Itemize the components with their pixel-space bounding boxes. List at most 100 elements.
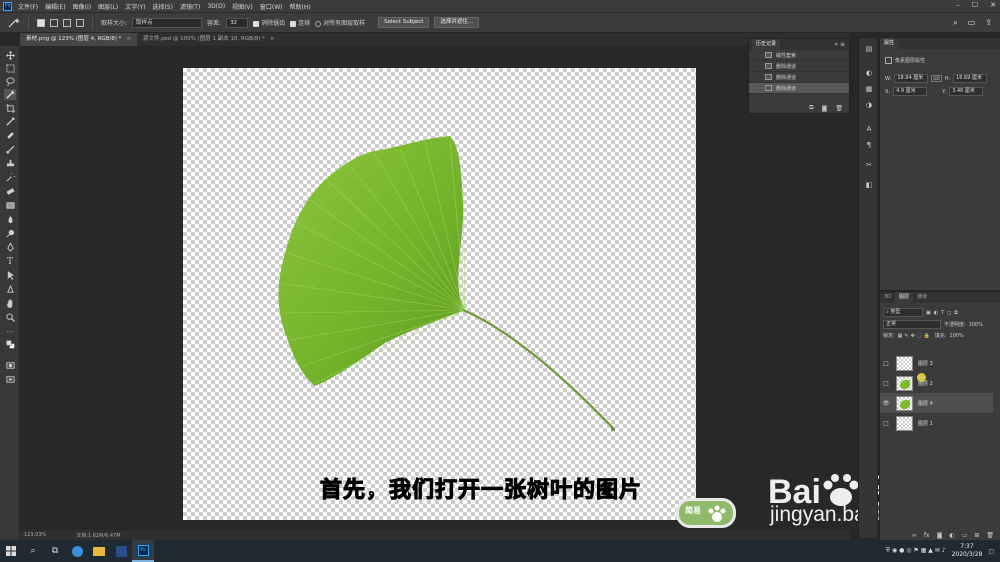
zoom-level[interactable]: 123.03% [24,532,46,538]
menu-image[interactable]: 图像(I) [73,2,91,11]
magic-wand-icon[interactable] [8,17,20,28]
history-panel-icon[interactable]: ▤ [863,44,875,54]
trash-icon[interactable]: 🗑 [986,532,994,539]
workspace-icon[interactable]: ▭ [968,18,976,28]
eyedropper-tool-icon[interactable] [4,116,16,127]
shape-tool-icon[interactable] [4,284,16,295]
history-item[interactable]: 删除通道 [749,72,849,83]
tolerance-input[interactable]: 32 [226,17,249,28]
menu-type[interactable]: 文字(Y) [125,2,145,11]
layer-row[interactable]: □ 图层 2 [880,373,993,393]
link-dimensions-button[interactable]: GO [931,75,942,82]
close-icon[interactable]: ✕ [990,1,996,9]
properties-title[interactable]: 属性 [880,38,899,49]
eye-icon[interactable]: 👁 [880,400,892,407]
notifications-icon[interactable]: ▢ [988,548,994,555]
clock[interactable]: 7:37 2020/3/28 [952,543,983,559]
task-view-icon[interactable]: ⧉ [44,540,66,562]
tab-document-2[interactable]: 源文件.psd @ 100% (图层 1 副本 10, RGB/8) * × [137,33,280,46]
menu-edit[interactable]: 编辑(E) [45,2,65,11]
x-input[interactable]: 4.9 厘米 [893,87,928,96]
healing-brush-tool-icon[interactable] [4,130,16,141]
add-selection-icon[interactable] [50,18,58,27]
visibility-toggle-off[interactable]: □ [880,380,892,387]
visibility-toggle-off[interactable]: □ [880,360,892,367]
quick-mask-icon[interactable] [4,360,16,371]
document-size[interactable]: 文档:1.62M/6.47M [76,532,120,539]
adjustment-layer-icon[interactable]: ◐ [949,532,954,539]
tools-preset-icon[interactable]: ✂ [863,160,875,170]
screen-mode-icon[interactable] [4,374,16,385]
layer-row[interactable]: □ 图层 3 [880,353,993,373]
link-layers-icon[interactable]: ∞ [912,532,917,539]
sample-size-select[interactable]: 取样点 [132,17,203,28]
history-item-selected[interactable]: 删除通道 [749,83,849,94]
history-title[interactable]: 历史记录 [752,39,781,50]
subtract-selection-icon[interactable] [63,18,71,27]
tab-channels[interactable]: 通道 [913,292,931,303]
history-item[interactable]: 磁性套索 [749,50,849,61]
height-input[interactable]: 16.69 厘米 [953,74,988,83]
layer-filter-select[interactable]: ⌕ 类型 [883,308,923,317]
new-layer-icon[interactable]: ⊞ [974,532,979,539]
color-swatches-icon[interactable] [4,339,16,350]
new-group-icon[interactable]: ▭ [962,532,968,539]
minimize-icon[interactable]: – [956,1,960,9]
select-and-mask-button[interactable]: 选择并遮住... [434,17,480,28]
tab-3d[interactable]: 3D [880,292,895,303]
menu-view[interactable]: 视图(V) [232,2,253,11]
type-tool-icon[interactable]: T [4,256,16,267]
adjustments-panel-icon[interactable]: ◑ [863,100,875,110]
y-input[interactable]: 3.46 厘米 [949,87,984,96]
fill-input[interactable]: 100% [949,333,963,339]
crop-tool-icon[interactable] [4,103,16,114]
menu-3d[interactable]: 3D(D) [207,3,225,10]
move-tool-icon[interactable] [4,50,16,61]
photoshop-taskbar-icon[interactable]: Ps [132,540,154,562]
search-icon[interactable]: ⌕ [953,18,957,28]
antialias-checkbox[interactable]: 消除锯齿 [253,18,285,27]
menu-help[interactable]: 帮助(H) [290,2,311,11]
new-selection-icon[interactable] [37,18,45,27]
more-tools-icon[interactable]: ··· [4,326,16,337]
magic-wand-tool-icon[interactable] [4,89,16,100]
layer-style-icon[interactable]: fx [924,532,930,539]
layer-row-selected[interactable]: 👁 图层 4 [880,393,993,413]
pen-tool-icon[interactable] [4,242,16,253]
layer-row[interactable]: □ 图层 1 [880,413,993,433]
panel-menu-icon[interactable]: » ≡ [834,41,849,48]
gradient-tool-icon[interactable] [4,200,16,211]
close-tab-icon[interactable]: × [270,36,275,42]
app-icon[interactable] [110,540,132,562]
dodge-tool-icon[interactable] [4,228,16,239]
menu-layer[interactable]: 图层(L) [98,2,118,11]
opacity-input[interactable]: 100% [969,322,983,328]
zoom-tool-icon[interactable] [4,312,16,323]
history-brush-tool-icon[interactable] [4,172,16,183]
menu-filter[interactable]: 滤镜(T) [180,2,200,11]
new-document-from-state-icon[interactable]: ⧉ [809,104,813,112]
lasso-tool-icon[interactable] [4,76,16,87]
clone-stamp-tool-icon[interactable] [4,158,16,169]
snapshot-camera-icon[interactable]: ◙ [822,105,828,112]
character-panel-icon[interactable]: A [863,124,875,134]
edge-browser-icon[interactable] [66,540,88,562]
paragraph-panel-icon[interactable]: ¶ [863,140,875,150]
add-mask-icon[interactable]: ◙ [937,532,943,539]
lock-icons[interactable]: ▦✎✥⬚🔒 [898,333,932,339]
menu-window[interactable]: 窗口(W) [260,2,283,11]
libraries-panel-icon[interactable]: ◧ [863,180,875,190]
blur-tool-icon[interactable] [4,214,16,225]
history-item[interactable]: 删除通道 [749,61,849,72]
swatches-panel-icon[interactable]: ▦ [863,84,875,94]
contiguous-checkbox[interactable]: 连续 [290,18,310,27]
share-icon[interactable]: ⇪ [985,18,992,28]
file-explorer-icon[interactable] [88,540,110,562]
search-icon[interactable]: ⌕ [22,540,44,562]
menu-file[interactable]: 文件(F) [18,2,38,11]
tray-icons[interactable]: ⛨ ◉ ● ◎ ⚑ ▦ ▲ ✉ ♪ [886,547,946,555]
select-subject-button[interactable]: Select Subject [378,17,430,28]
trash-icon[interactable]: 🗑 [835,105,843,112]
brush-tool-icon[interactable] [4,144,16,155]
hand-tool-icon[interactable] [4,298,16,309]
